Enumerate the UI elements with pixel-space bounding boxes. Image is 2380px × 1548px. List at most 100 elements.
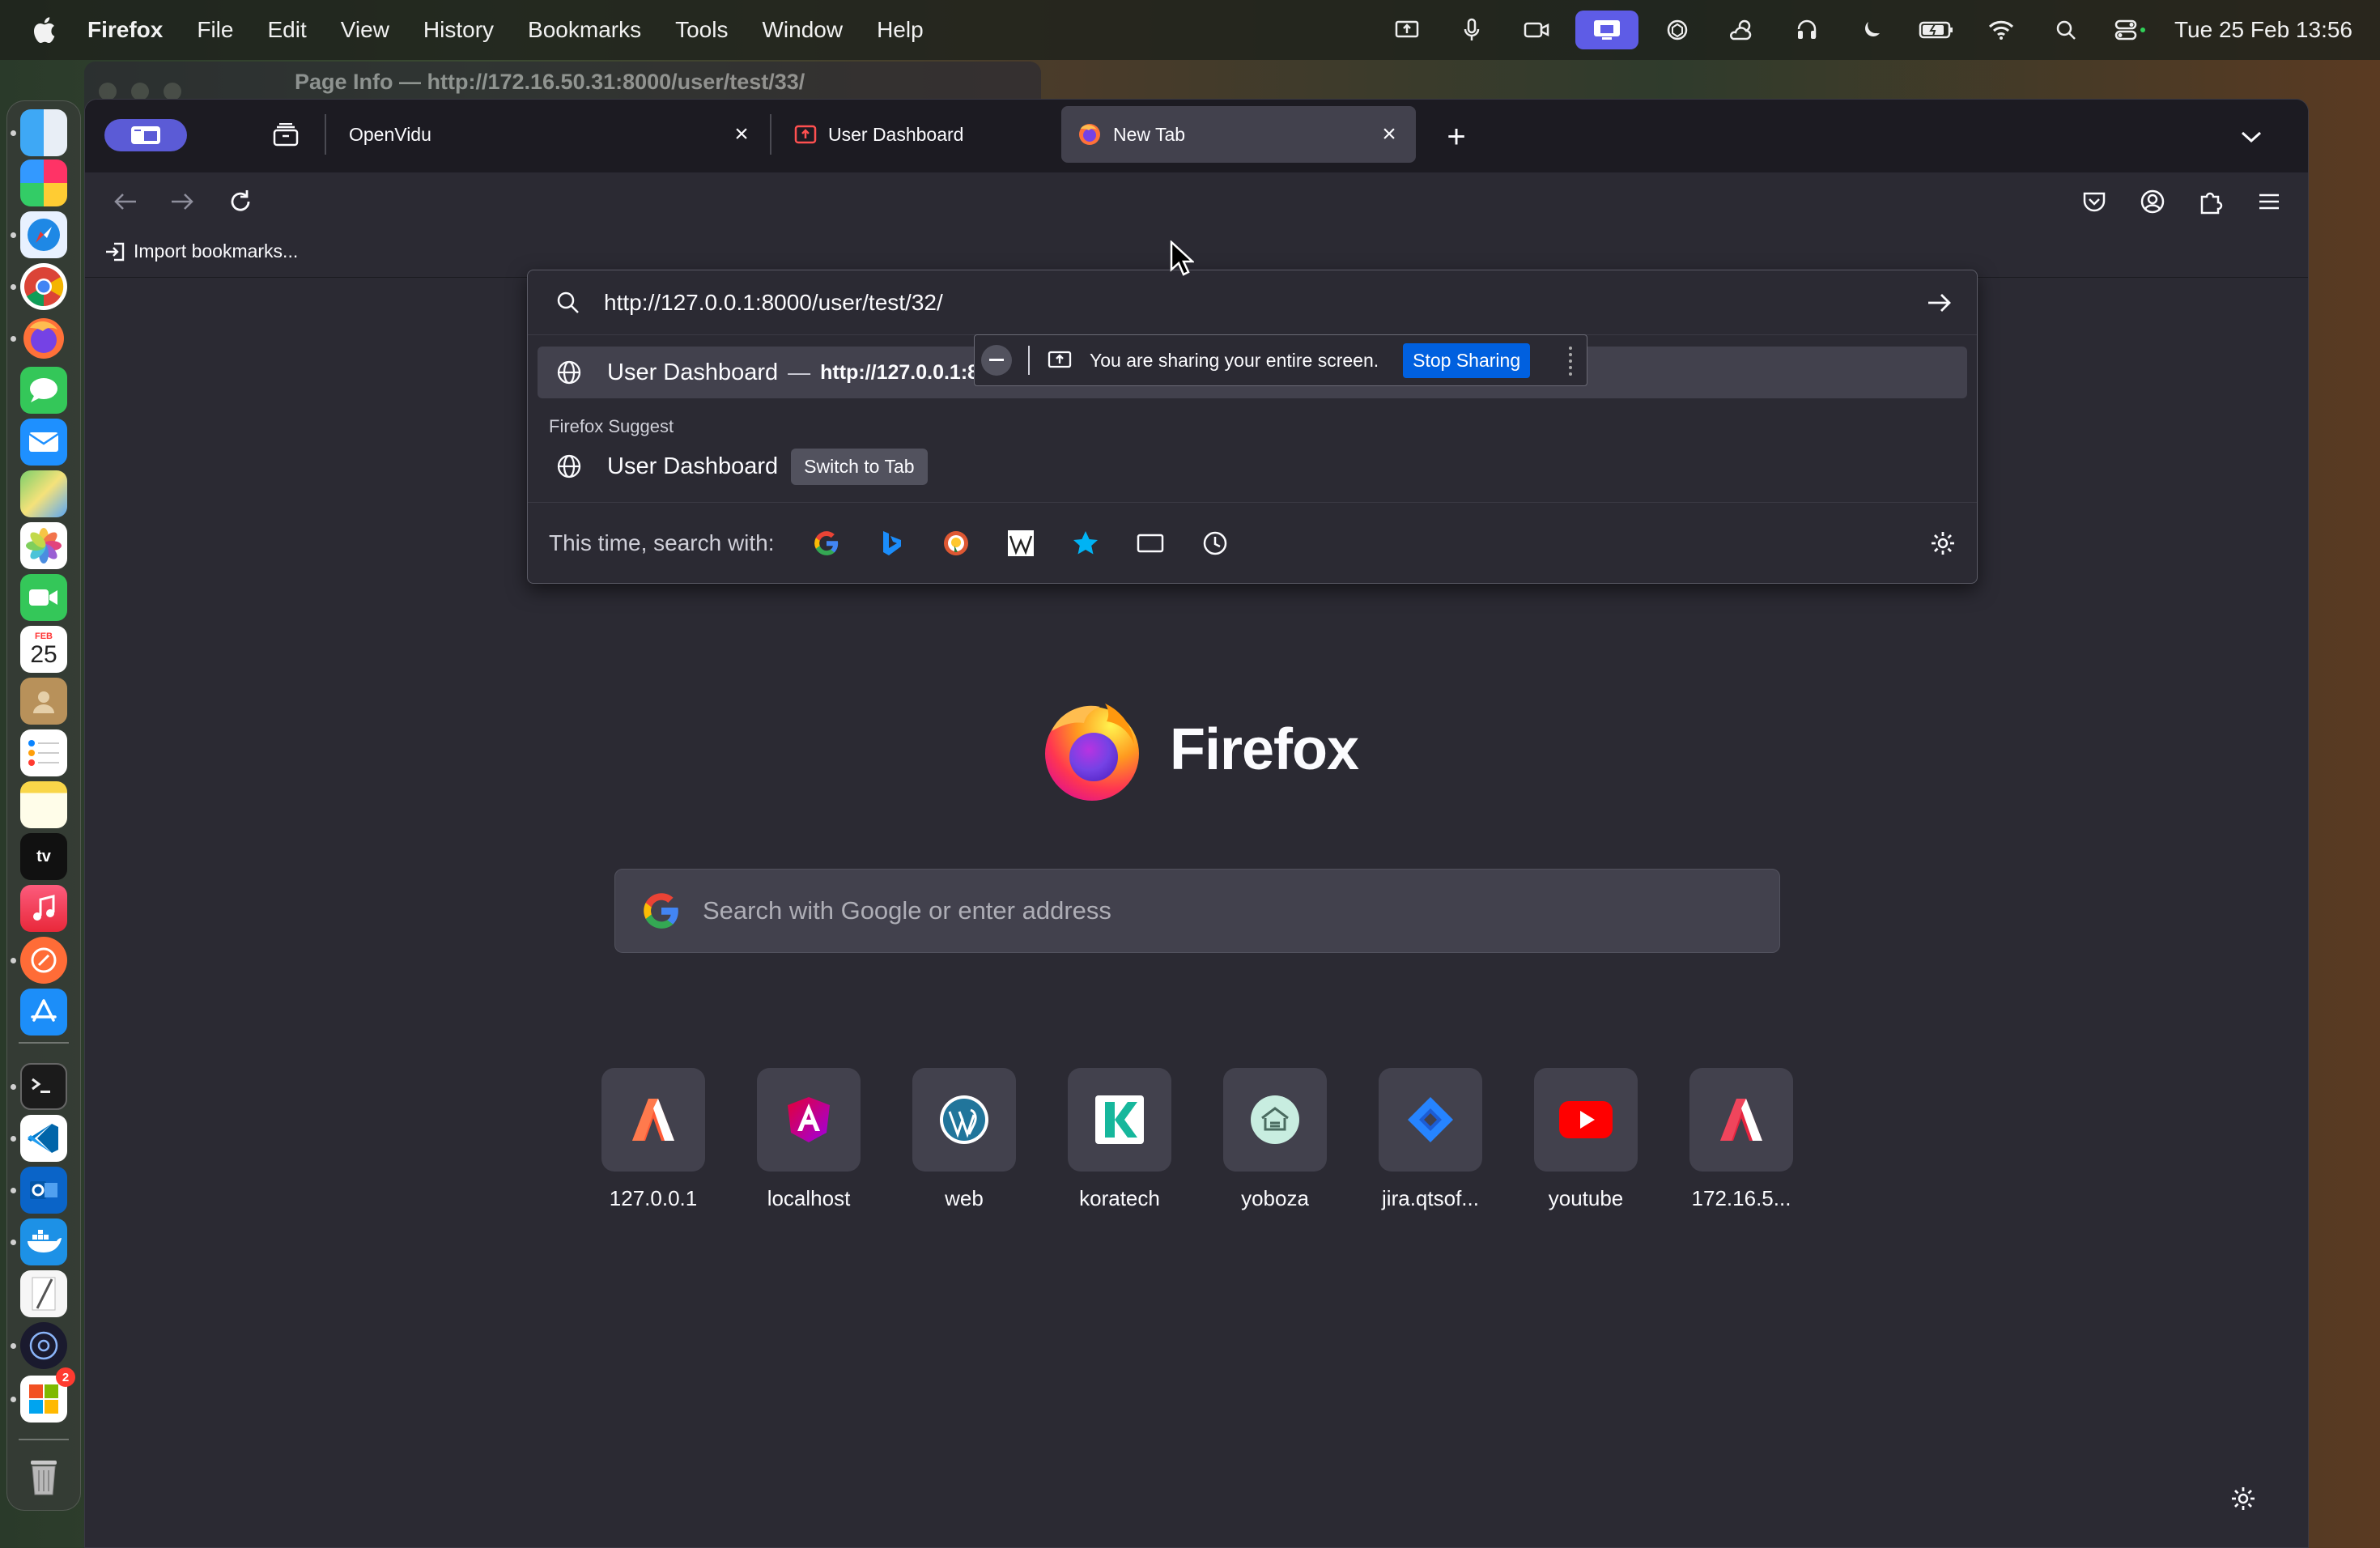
apple-tv-icon[interactable]: tv xyxy=(20,833,67,880)
textedit-icon[interactable] xyxy=(20,1270,67,1317)
bookmarks-star-icon[interactable] xyxy=(1053,519,1118,568)
terminal-icon[interactable] xyxy=(20,1063,67,1110)
chrome-icon[interactable] xyxy=(20,263,67,310)
postman-icon[interactable] xyxy=(20,937,67,984)
yoboza-icon xyxy=(1223,1068,1327,1172)
weather-icon[interactable] xyxy=(1710,18,1774,42)
pocket-icon[interactable] xyxy=(2076,184,2112,219)
menu-history[interactable]: History xyxy=(406,17,511,43)
top-site-tile[interactable]: web xyxy=(899,1068,1029,1211)
menu-app-firefox[interactable]: Firefox xyxy=(87,17,180,43)
menu-view[interactable]: View xyxy=(324,17,406,43)
menu-window[interactable]: Window xyxy=(745,17,860,43)
menu-help[interactable]: Help xyxy=(860,17,941,43)
minimize-indicator-button[interactable] xyxy=(981,345,1012,376)
notes-icon[interactable] xyxy=(20,781,67,828)
urlbar[interactable] xyxy=(528,270,1977,335)
menu-bookmarks[interactable]: Bookmarks xyxy=(511,17,658,43)
contacts-icon[interactable] xyxy=(20,678,67,725)
screenshot-icon[interactable] xyxy=(20,1322,67,1369)
sidebar-toggle-button[interactable] xyxy=(104,119,187,151)
screen-mirroring-icon[interactable] xyxy=(1575,11,1638,49)
top-site-tile[interactable]: youtube xyxy=(1521,1068,1651,1211)
duckduckgo-icon[interactable] xyxy=(924,519,988,568)
facetime-icon[interactable] xyxy=(20,574,67,621)
wikipedia-icon[interactable] xyxy=(988,519,1053,568)
list-all-tabs-icon[interactable] xyxy=(2233,119,2269,155)
wifi-icon[interactable] xyxy=(1969,19,2034,40)
back-arrow-icon[interactable] xyxy=(108,184,143,219)
top-site-tile[interactable]: 127.0.0.1 xyxy=(589,1068,718,1211)
calendar-icon[interactable]: FEB 25 xyxy=(20,626,67,673)
new-tab-button[interactable]: + xyxy=(1439,119,1474,155)
minimize-window-button[interactable] xyxy=(131,83,149,100)
top-site-tile[interactable]: localhost xyxy=(744,1068,873,1211)
tabs-icon[interactable] xyxy=(1118,519,1183,568)
bing-icon[interactable] xyxy=(859,519,924,568)
top-site-label: youtube xyxy=(1548,1186,1624,1210)
history-clock-icon[interactable] xyxy=(1183,519,1247,568)
orange-a-icon xyxy=(601,1068,705,1172)
top-site-tile[interactable]: jira.qtsof... xyxy=(1366,1068,1495,1211)
battery-icon[interactable] xyxy=(1904,20,1969,40)
navigation-toolbar xyxy=(85,172,2308,231)
newtab-search-input[interactable] xyxy=(703,896,1755,925)
result-url: http://127.0.0.1:8 xyxy=(820,360,980,384)
safari-icon[interactable] xyxy=(20,211,67,258)
vscode-icon[interactable] xyxy=(20,1115,67,1162)
stop-sharing-button[interactable]: Stop Sharing xyxy=(1403,342,1531,378)
google-icon[interactable] xyxy=(794,519,859,568)
camera-icon[interactable] xyxy=(1504,20,1569,40)
music-icon[interactable] xyxy=(20,885,67,932)
urlbar-result-row[interactable]: User Dashboard Switch to Tab xyxy=(538,442,1967,491)
menu-bar-clock[interactable]: Tue 25 Feb 13:56 xyxy=(2174,17,2352,43)
top-site-tile[interactable]: 172.16.5... xyxy=(1677,1068,1806,1211)
top-site-tile[interactable]: yoboza xyxy=(1210,1068,1340,1211)
messages-icon[interactable] xyxy=(20,367,67,414)
go-arrow-icon[interactable] xyxy=(1922,285,1957,321)
airpods-icon[interactable] xyxy=(1774,18,1839,42)
account-icon[interactable] xyxy=(2135,184,2170,219)
maps-icon[interactable] xyxy=(20,470,67,517)
photos-icon[interactable] xyxy=(20,522,67,569)
firefox-dock-icon[interactable] xyxy=(20,315,67,362)
tab-overview-icon[interactable] xyxy=(268,117,304,153)
zoom-window-button[interactable] xyxy=(164,83,181,100)
customize-gear-icon[interactable] xyxy=(2225,1481,2261,1516)
reminders-icon[interactable] xyxy=(20,729,67,776)
mail-icon[interactable] xyxy=(20,419,67,466)
focus-moon-icon[interactable] xyxy=(1839,19,1904,41)
reload-icon[interactable] xyxy=(223,184,258,219)
microphone-icon[interactable] xyxy=(1439,18,1504,42)
newtab-search-box[interactable] xyxy=(614,869,1780,953)
switch-to-tab-button[interactable]: Switch to Tab xyxy=(791,448,928,485)
hamburger-menu-icon[interactable] xyxy=(2251,184,2287,219)
close-window-button[interactable] xyxy=(99,83,117,100)
spotlight-icon[interactable] xyxy=(2034,19,2098,41)
menu-edit[interactable]: Edit xyxy=(250,17,323,43)
menu-file[interactable]: File xyxy=(180,17,250,43)
top-site-tile[interactable]: koratech xyxy=(1055,1068,1184,1211)
finder-icon[interactable] xyxy=(20,109,67,156)
outlook-icon[interactable] xyxy=(20,1167,67,1214)
apple-menu-icon[interactable] xyxy=(0,16,87,44)
tab-new-tab[interactable]: New Tab × xyxy=(1061,106,1416,163)
app-store-icon[interactable] xyxy=(20,989,67,1036)
forward-arrow-icon[interactable] xyxy=(164,184,200,219)
screen-share-icon[interactable] xyxy=(1375,19,1439,40)
drag-handle-icon[interactable] xyxy=(1569,347,1577,376)
launchpad-icon[interactable] xyxy=(20,159,67,206)
control-center-icon[interactable] xyxy=(2098,19,2163,41)
menu-tools[interactable]: Tools xyxy=(658,17,745,43)
docker-icon[interactable] xyxy=(20,1218,67,1265)
import-bookmarks-button[interactable]: Import bookmarks... xyxy=(104,240,298,262)
close-tab-icon[interactable]: × xyxy=(1377,121,1401,147)
close-tab-icon[interactable]: × xyxy=(729,121,754,147)
extensions-icon[interactable] xyxy=(2193,184,2229,219)
microsoft-365-icon[interactable]: 2 xyxy=(20,1367,75,1423)
trash-icon[interactable] xyxy=(20,1453,67,1500)
tab-openvidu[interactable]: OpenVidu × xyxy=(339,106,768,163)
openai-icon[interactable] xyxy=(1645,18,1710,42)
url-input[interactable] xyxy=(604,289,1899,316)
search-settings-gear-icon[interactable] xyxy=(1925,525,1961,561)
